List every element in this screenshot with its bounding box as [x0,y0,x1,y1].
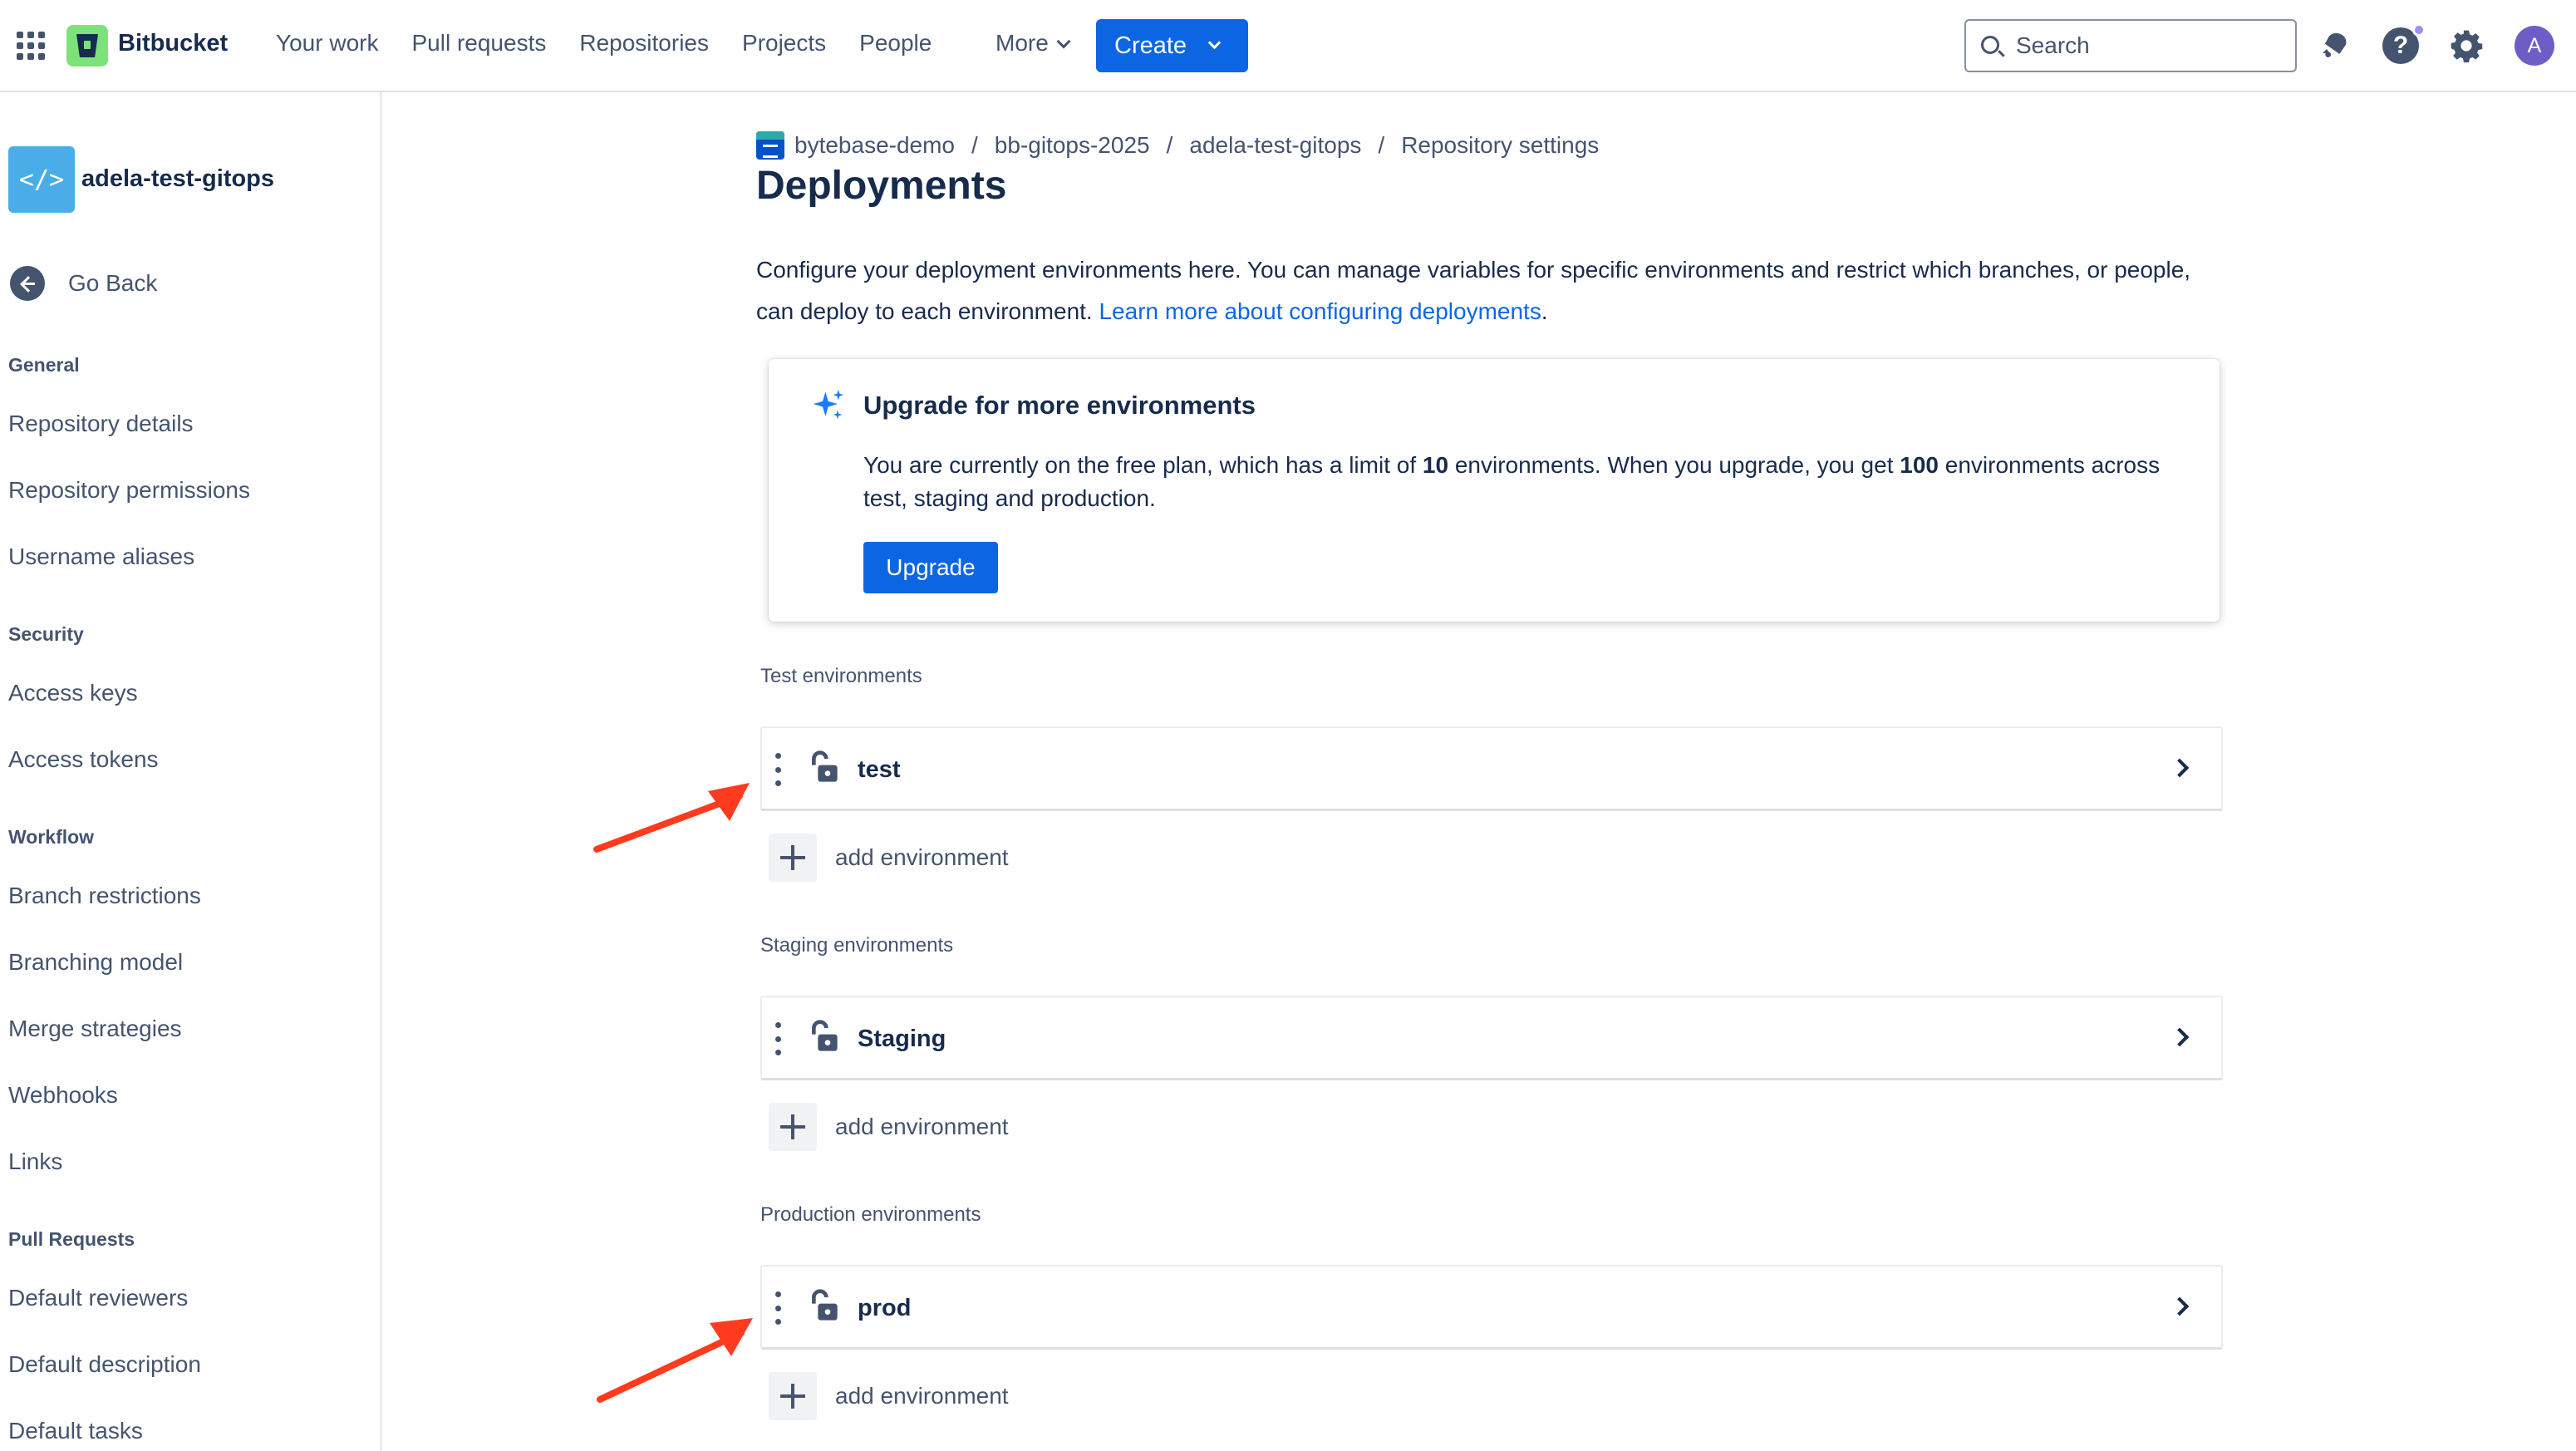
user-avatar[interactable]: A [2515,26,2554,66]
arrow-left-circle-icon [10,266,45,301]
unlocked-padlock-icon [812,1289,838,1321]
nav-pull-requests[interactable]: Pull requests [411,30,546,57]
upgrade-title: Upgrade for more environments [863,391,1256,420]
search-icon [1981,36,1999,54]
nav-repositories[interactable]: Repositories [579,30,709,57]
environment-row-test[interactable]: test [760,726,2223,811]
workspace-icon [756,131,784,160]
chevron-down-icon [1207,36,1222,49]
add-environment-button-staging[interactable]: add environment [769,1103,1009,1151]
page-description-end: . [1541,298,1548,324]
unlocked-padlock-icon [812,750,838,782]
sparkle-icon [813,389,844,420]
settings-sidebar: </> adela-test-gitops Go Back General Re… [0,92,382,1451]
search-input[interactable] [2016,29,2282,62]
sidebar-item-webhooks[interactable]: Webhooks [8,1082,118,1109]
page-title: Deployments [756,164,1007,208]
breadcrumb-project[interactable]: bb-gitops-2025 [995,132,1150,159]
upgrade-banner: Upgrade for more environments You are cu… [769,359,2220,622]
nav-your-work[interactable]: Your work [276,30,378,57]
chevron-right-icon [2170,1027,2190,1047]
group-heading-test: Test environments [760,665,922,687]
unlocked-padlock-icon [812,1020,838,1051]
nav-projects[interactable]: Projects [742,30,826,57]
breadcrumb-repository[interactable]: adela-test-gitops [1189,132,1361,159]
sidebar-item-repository-permissions[interactable]: Repository permissions [8,477,250,504]
help-notification-dot [2412,23,2426,37]
add-environment-button-test[interactable]: add environment [769,834,1009,882]
upgrade-body: You are currently on the free plan, whic… [863,449,2185,515]
environment-row-prod[interactable]: prod [760,1265,2223,1350]
page-description: Configure your deployment environments h… [756,249,2219,332]
breadcrumb-workspace[interactable]: bytebase-demo [794,132,955,159]
sidebar-item-access-keys[interactable]: Access keys [8,680,138,706]
environment-name: Staging [858,1026,946,1052]
drag-handle-icon[interactable] [775,1022,782,1055]
annotation-arrow-icon [593,783,750,853]
upgrade-button[interactable]: Upgrade [863,542,998,593]
upgrade-body-part-2: environments. When you upgrade, you get [1448,452,1900,478]
app-switcher-icon[interactable] [17,32,45,60]
go-back-label: Go Back [68,270,158,296]
primary-nav: Your work Pull requests Repositories Pro… [276,30,932,57]
nav-more-label: More [995,30,1049,56]
sidebar-repo-name[interactable]: adela-test-gitops [81,165,274,193]
sidebar-item-branch-restrictions[interactable]: Branch restrictions [8,883,201,909]
environment-name: test [858,756,901,783]
nav-people[interactable]: People [859,30,932,57]
settings-gear-icon[interactable] [2448,27,2485,64]
add-environment-button-prod[interactable]: add environment [769,1372,1009,1420]
notifications-icon[interactable] [2318,28,2352,61]
sidebar-item-branching-model[interactable]: Branching model [8,949,183,976]
chevron-down-icon [1056,34,1071,49]
go-back-link[interactable]: Go Back [10,266,157,301]
paid-limit: 100 [1900,452,1939,478]
add-environment-label: add environment [835,844,1009,870]
sidebar-item-access-tokens[interactable]: Access tokens [8,746,159,773]
add-environment-label: add environment [835,1383,1009,1409]
sidebar-item-default-tasks[interactable]: Default tasks [8,1418,143,1444]
create-button-label: Create [1114,32,1187,59]
breadcrumb-separator: / [1166,132,1173,158]
learn-more-link[interactable]: Learn more about configuring deployments [1099,298,1541,324]
breadcrumb-settings[interactable]: Repository settings [1401,132,1599,159]
top-navigation: Bitbucket Your work Pull requests Reposi… [0,0,2576,92]
plus-icon [769,1103,817,1151]
chevron-right-icon [2170,758,2190,778]
sidebar-item-default-description[interactable]: Default description [8,1351,201,1378]
bitbucket-logo-icon[interactable] [66,25,108,66]
sidebar-item-links[interactable]: Links [8,1149,62,1175]
sidebar-item-merge-strategies[interactable]: Merge strategies [8,1016,182,1042]
annotation-arrow-icon [597,1318,753,1403]
free-limit: 10 [1422,452,1449,478]
sidebar-heading-general: General [8,354,80,376]
sidebar-heading-pull-requests: Pull Requests [8,1228,135,1250]
sidebar-heading-workflow: Workflow [8,826,95,848]
product-name[interactable]: Bitbucket [118,30,228,57]
nav-more-dropdown[interactable]: More [995,30,1071,57]
environment-row-staging[interactable]: Staging [760,996,2223,1080]
breadcrumb: bytebase-demo / bb-gitops-2025 / adela-t… [756,131,1599,160]
upgrade-body-part-1: You are currently on the free plan, whic… [863,452,1423,478]
search-box[interactable] [1964,19,2297,72]
sidebar-item-username-aliases[interactable]: Username aliases [8,544,194,570]
sidebar-item-default-reviewers[interactable]: Default reviewers [8,1285,188,1311]
sidebar-heading-security: Security [8,623,84,645]
chevron-right-icon [2170,1296,2190,1316]
group-heading-staging: Staging environments [760,934,954,957]
breadcrumb-separator: / [1378,132,1385,158]
environment-name: prod [858,1295,912,1321]
create-button[interactable]: Create [1096,19,1248,72]
breadcrumb-separator: / [971,132,978,158]
add-environment-label: add environment [835,1114,1009,1139]
sidebar-item-repository-details[interactable]: Repository details [8,411,194,437]
repository-code-icon: </> [8,146,75,213]
group-heading-production: Production environments [760,1203,981,1226]
